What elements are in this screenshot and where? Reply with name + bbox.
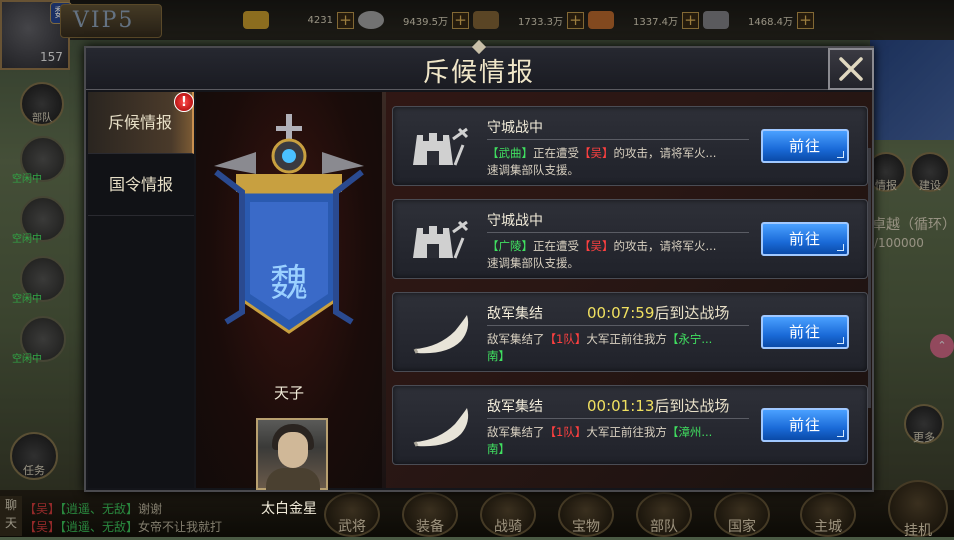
- countdown-label: 后到达战场: [654, 397, 730, 415]
- countdown-time: 00:07:59: [587, 304, 655, 322]
- countdown-time: 00:01:13: [587, 397, 655, 415]
- intel-tabs: 斥候情报 ! 国令情报: [88, 92, 194, 488]
- go-button[interactable]: 前往: [761, 315, 849, 349]
- target-city: 南】: [487, 442, 510, 456]
- report-text: 大军正前往我方: [586, 332, 667, 346]
- city-name: 【武曲】: [487, 146, 533, 160]
- castle-icon: [413, 220, 469, 259]
- city-name: 【广陵】: [487, 239, 533, 253]
- report-title: 守城战中: [487, 120, 543, 136]
- report-card: 敌军集结 00:07:59后到达战场 敌军集结了【1队】大军正前往我方【永宁..…: [392, 292, 868, 372]
- report-text: 的攻击，请将军火...: [613, 239, 717, 253]
- report-text: 大军正前往我方: [586, 425, 667, 439]
- report-description: 敌军集结了【1队】大军正前往我方【永宁... 南】: [487, 331, 753, 365]
- report-title: 守城战中: [487, 213, 543, 229]
- emblem-character: 魏: [269, 261, 308, 305]
- report-divider: [487, 325, 749, 326]
- wei-banner-icon: [214, 114, 364, 334]
- report-text: 的攻击，请将军火...: [613, 146, 717, 160]
- npc-portrait: [256, 418, 328, 490]
- report-divider: [487, 232, 749, 233]
- horn-icon: [413, 408, 469, 447]
- kingdom-emblem-panel: 魏 天子 太白金星: [196, 92, 382, 517]
- enemy-kingdom: 【吴】: [579, 239, 614, 253]
- report-card: 守城战中 【广陵】正在遭受【吴】的攻击，请将军火... 速调集部队支援。 前往: [392, 199, 868, 279]
- target-city: 【永宁...: [666, 332, 713, 346]
- countdown: 00:01:13后到达战场: [587, 395, 729, 416]
- troop-count: 【1队】: [544, 425, 587, 439]
- report-text: 正在遭受: [533, 146, 579, 160]
- report-description: 【广陵】正在遭受【吴】的攻击，请将军火... 速调集部队支援。: [487, 238, 753, 272]
- report-text: 敌军集结了: [487, 425, 545, 439]
- emblem-title: 天子: [273, 384, 304, 402]
- alert-badge-icon: !: [174, 92, 194, 112]
- close-button[interactable]: [828, 48, 874, 90]
- target-city: 【漳州...: [666, 425, 713, 439]
- report-text: 正在遭受: [533, 239, 579, 253]
- portrait-face: [278, 432, 308, 468]
- list-scrollbar[interactable]: [868, 148, 871, 408]
- report-list: 守城战中 【武曲】正在遭受【吴】的攻击，请将军火... 速调集部队支援。 前往 …: [386, 92, 872, 488]
- report-divider: [487, 418, 749, 419]
- go-button[interactable]: 前往: [761, 222, 849, 256]
- report-description: 敌军集结了【1队】大军正前往我方【漳州... 南】: [487, 424, 753, 458]
- go-button[interactable]: 前往: [761, 129, 849, 163]
- report-card: 守城战中 【武曲】正在遭受【吴】的攻击，请将军火... 速调集部队支援。 前往: [392, 106, 868, 186]
- close-icon: [839, 57, 863, 81]
- npc-name: 太白金星: [261, 501, 317, 517]
- dialog-title: 斥候情报: [422, 58, 535, 88]
- report-description: 【武曲】正在遭受【吴】的攻击，请将军火... 速调集部队支援。: [487, 145, 753, 179]
- target-city: 南】: [487, 349, 510, 363]
- dialog-header: 斥候情报: [86, 39, 874, 90]
- countdown-label: 后到达战场: [654, 304, 730, 322]
- report-text: 速调集部队支援。: [487, 256, 579, 270]
- tab-decree-intel[interactable]: 国令情报: [88, 154, 194, 216]
- report-divider: [487, 139, 749, 140]
- troop-count: 【1队】: [544, 332, 587, 346]
- horn-icon: [413, 315, 469, 354]
- report-card: 敌军集结 00:01:13后到达战场 敌军集结了【1队】大军正前往我方【漳州..…: [392, 385, 868, 465]
- report-title: 敌军集结: [487, 306, 543, 322]
- tab-label: 斥候情报: [107, 113, 172, 132]
- tab-label: 国令情报: [108, 175, 173, 194]
- report-text: 速调集部队支援。: [487, 163, 579, 177]
- portrait-body: [266, 468, 320, 490]
- countdown: 00:07:59后到达战场: [587, 302, 729, 323]
- report-text: 敌军集结了: [487, 332, 545, 346]
- scout-intel-dialog: 斥候情报 斥候情报 ! 国令情报 魏 天子 太白金星 守城战中 【武曲】正在遭受…: [84, 39, 874, 517]
- enemy-kingdom: 【吴】: [579, 146, 614, 160]
- go-button[interactable]: 前往: [761, 408, 849, 442]
- castle-icon: [413, 127, 469, 166]
- report-title: 敌军集结: [487, 399, 543, 415]
